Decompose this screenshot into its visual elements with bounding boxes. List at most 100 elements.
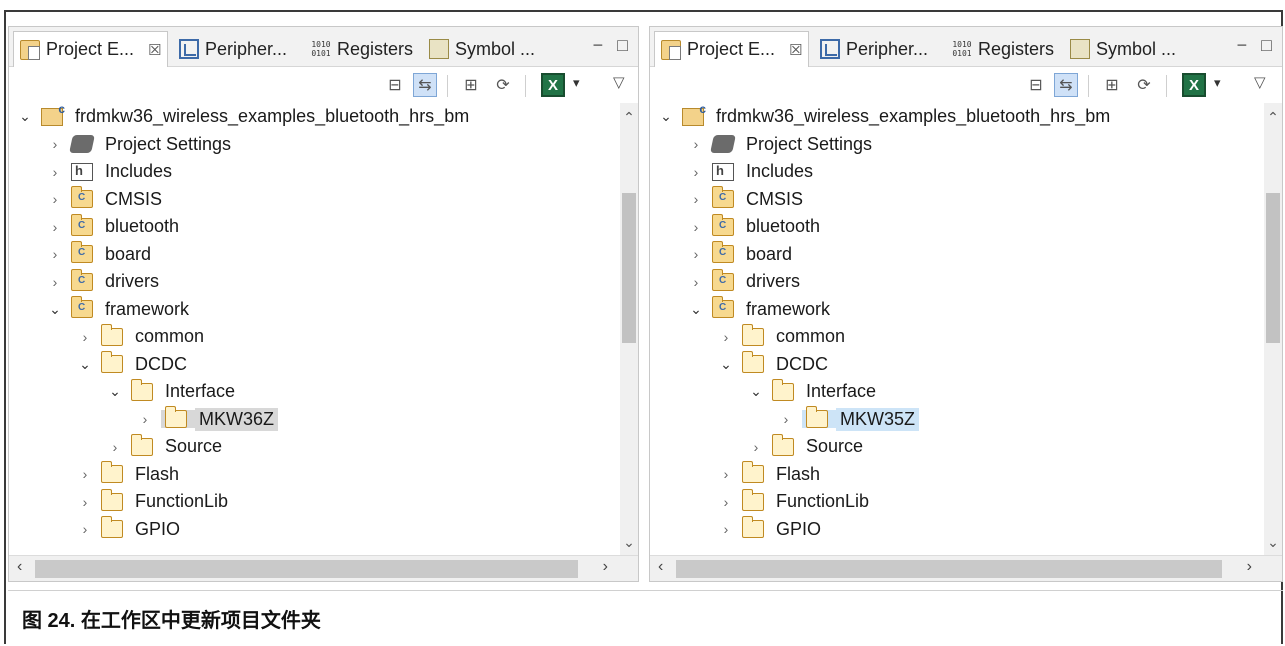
scroll-up-icon[interactable]: ⌃ xyxy=(620,109,638,126)
scrollbar-thumb[interactable] xyxy=(676,560,1222,578)
chevron-right-icon[interactable]: › xyxy=(688,219,704,235)
tab-peripherals[interactable]: Peripher... xyxy=(179,31,287,67)
chevron-right-icon[interactable]: › xyxy=(47,136,63,152)
chevron-right-icon[interactable]: › xyxy=(107,439,123,455)
tree-row[interactable]: ⌄ framework xyxy=(9,296,620,324)
tree-row[interactable]: › board xyxy=(650,241,1264,269)
tree-row[interactable]: › CMSIS xyxy=(9,186,620,214)
minimize-icon[interactable]: − xyxy=(1237,35,1248,56)
tree-row[interactable]: › Project Settings xyxy=(9,131,620,159)
chevron-down-icon[interactable]: ⌄ xyxy=(77,356,93,373)
tab-symbol-viewer[interactable]: Symbol ... xyxy=(1070,31,1176,67)
tree-row-selected[interactable]: › MKW35Z xyxy=(650,406,1264,434)
chevron-right-icon[interactable]: › xyxy=(688,274,704,290)
chevron-right-icon[interactable]: › xyxy=(47,191,63,207)
tree-row[interactable]: › common xyxy=(650,323,1264,351)
scroll-down-icon[interactable]: ⌄ xyxy=(620,534,638,551)
chevron-down-icon[interactable]: ⌄ xyxy=(658,108,674,125)
horizontal-scrollbar[interactable]: ‹ › xyxy=(9,555,638,581)
chevron-down-icon[interactable]: ▾ xyxy=(573,75,580,91)
tree-row-selected[interactable]: › MKW36Z xyxy=(9,406,620,434)
scroll-up-icon[interactable]: ⌃ xyxy=(1264,109,1282,126)
chevron-right-icon[interactable]: › xyxy=(778,411,794,427)
close-icon[interactable]: ☒ xyxy=(148,41,161,59)
chevron-right-icon[interactable]: › xyxy=(47,164,63,180)
scroll-left-icon[interactable]: ‹ xyxy=(17,558,22,576)
tree-row-project[interactable]: ⌄ frdmkw36_wireless_examples_bluetooth_h… xyxy=(650,102,1264,131)
tab-registers[interactable]: 1010 0101 Registers xyxy=(311,31,413,67)
tree-row[interactable]: › CMSIS xyxy=(650,186,1264,214)
chevron-right-icon[interactable]: › xyxy=(77,521,93,537)
tree-row[interactable]: › Includes xyxy=(9,158,620,186)
tree-row[interactable]: › board xyxy=(9,241,620,269)
sync-icon[interactable]: ⟳ xyxy=(491,73,515,97)
collapse-all-icon[interactable]: ⊟ xyxy=(383,73,407,97)
tree-row-project[interactable]: ⌄ frdmkw36_wireless_examples_bluetooth_h… xyxy=(9,102,620,131)
sync-icon[interactable]: ⟳ xyxy=(1132,73,1156,97)
chevron-right-icon[interactable]: › xyxy=(718,329,734,345)
tree-row[interactable]: › bluetooth xyxy=(9,213,620,241)
horizontal-scrollbar[interactable]: ‹ › xyxy=(650,555,1282,581)
chevron-down-icon[interactable]: ⌄ xyxy=(107,383,123,400)
maximize-icon[interactable]: □ xyxy=(1261,35,1272,56)
chevron-right-icon[interactable]: › xyxy=(688,164,704,180)
chevron-right-icon[interactable]: › xyxy=(718,466,734,482)
chevron-right-icon[interactable]: › xyxy=(688,191,704,207)
view-menu-icon[interactable]: ▽ xyxy=(613,73,625,91)
excel-export-icon[interactable]: X xyxy=(541,73,565,97)
scroll-right-icon[interactable]: › xyxy=(1247,558,1252,576)
link-with-editor-icon[interactable]: ⇆ xyxy=(1054,73,1078,97)
tree-row[interactable]: ⌄ framework xyxy=(650,296,1264,324)
tree-row[interactable]: ⌄ Interface xyxy=(650,378,1264,406)
tree-row[interactable]: › FunctionLib xyxy=(650,488,1264,516)
chevron-down-icon[interactable]: ⌄ xyxy=(47,301,63,318)
tree-row[interactable]: › GPIO xyxy=(650,516,1264,544)
tree-row[interactable]: › Source xyxy=(9,433,620,461)
close-icon[interactable]: ☒ xyxy=(789,41,802,59)
chevron-right-icon[interactable]: › xyxy=(47,246,63,262)
scroll-right-icon[interactable]: › xyxy=(603,558,608,576)
tree-row[interactable]: › common xyxy=(9,323,620,351)
minimize-icon[interactable]: − xyxy=(593,35,604,56)
filter-icon[interactable]: ⊞ xyxy=(1100,73,1124,97)
tab-symbol-viewer[interactable]: Symbol ... xyxy=(429,31,535,67)
chevron-right-icon[interactable]: › xyxy=(718,494,734,510)
chevron-right-icon[interactable]: › xyxy=(718,521,734,537)
scrollbar-thumb[interactable] xyxy=(1266,193,1280,343)
vertical-scrollbar[interactable]: ⌃ ⌄ xyxy=(1264,103,1282,555)
tree-row[interactable]: › Source xyxy=(650,433,1264,461)
chevron-right-icon[interactable]: › xyxy=(748,439,764,455)
chevron-down-icon[interactable]: ⌄ xyxy=(748,383,764,400)
tree-row[interactable]: ⌄ DCDC xyxy=(9,351,620,379)
tree-row[interactable]: › GPIO xyxy=(9,516,620,544)
chevron-right-icon[interactable]: › xyxy=(688,246,704,262)
chevron-right-icon[interactable]: › xyxy=(688,136,704,152)
tree-row[interactable]: ⌄ DCDC xyxy=(650,351,1264,379)
scroll-left-icon[interactable]: ‹ xyxy=(658,558,663,576)
tab-peripherals[interactable]: Peripher... xyxy=(820,31,928,67)
scrollbar-thumb[interactable] xyxy=(622,193,636,343)
scroll-down-icon[interactable]: ⌄ xyxy=(1264,534,1282,551)
chevron-right-icon[interactable]: › xyxy=(47,219,63,235)
tree-row[interactable]: › Flash xyxy=(650,461,1264,489)
tab-project-explorer[interactable]: Project E... ☒ xyxy=(13,31,169,67)
chevron-right-icon[interactable]: › xyxy=(77,466,93,482)
chevron-right-icon[interactable]: › xyxy=(47,274,63,290)
chevron-down-icon[interactable]: ⌄ xyxy=(17,108,33,125)
tab-registers[interactable]: 1010 0101 Registers xyxy=(952,31,1054,67)
excel-export-icon[interactable]: X xyxy=(1182,73,1206,97)
chevron-right-icon[interactable]: › xyxy=(137,411,153,427)
maximize-icon[interactable]: □ xyxy=(617,35,628,56)
chevron-down-icon[interactable]: ▾ xyxy=(1214,75,1221,91)
scrollbar-thumb[interactable] xyxy=(35,560,578,578)
vertical-scrollbar[interactable]: ⌃ ⌄ xyxy=(620,103,638,555)
filter-icon[interactable]: ⊞ xyxy=(459,73,483,97)
tree-row[interactable]: › Flash xyxy=(9,461,620,489)
chevron-right-icon[interactable]: › xyxy=(77,494,93,510)
tree-row[interactable]: › drivers xyxy=(9,268,620,296)
tree-row[interactable]: › drivers xyxy=(650,268,1264,296)
view-menu-icon[interactable]: ▽ xyxy=(1254,73,1266,91)
tree-row[interactable]: › bluetooth xyxy=(650,213,1264,241)
tree-row[interactable]: ⌄ Interface xyxy=(9,378,620,406)
tree-row[interactable]: › FunctionLib xyxy=(9,488,620,516)
